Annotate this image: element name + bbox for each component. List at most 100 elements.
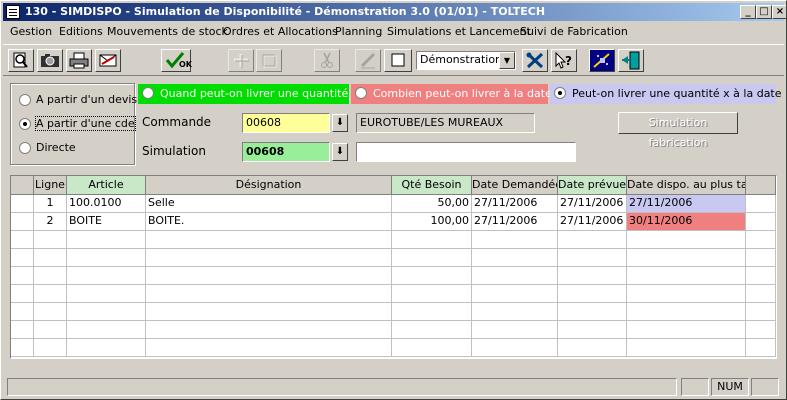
radio-quand[interactable]	[142, 87, 154, 99]
tools-button[interactable]	[522, 49, 548, 72]
blank-button[interactable]	[384, 49, 412, 72]
radio-directe[interactable]	[19, 142, 31, 154]
simulation-fabrication-button[interactable]: Simulation fabrication	[618, 112, 738, 149]
cell-date-prevue[interactable]: 27/11/2006	[558, 195, 627, 213]
question-peut-on-bar[interactable]: Peut-on livrer une quantité x à la date …	[550, 84, 786, 104]
cell-qte-besoin[interactable]: 50,00	[392, 195, 472, 213]
cell-date-demandee[interactable]	[472, 267, 558, 285]
close-button[interactable]: ×	[772, 5, 786, 19]
table-row[interactable]	[11, 231, 776, 249]
menu-editions[interactable]: Editions	[59, 25, 103, 38]
find-button[interactable]	[8, 49, 34, 72]
cell-date-prevue[interactable]	[558, 339, 627, 357]
radio-cde[interactable]	[19, 118, 31, 130]
commande-field[interactable]: 00608	[242, 113, 330, 133]
cell-date-demandee[interactable]	[472, 231, 558, 249]
cell-date-prevue[interactable]	[558, 303, 627, 321]
menu-suivi-de-fabrication[interactable]: Suivi de Fabrication	[520, 25, 628, 38]
cell-designation[interactable]: BOITE.	[146, 213, 392, 231]
row-selector[interactable]	[11, 321, 34, 339]
simulation-field[interactable]: 00608	[242, 142, 330, 162]
remove-button[interactable]	[256, 49, 282, 72]
menu-planning[interactable]: Planning	[335, 25, 382, 38]
cell-designation[interactable]	[146, 303, 392, 321]
cell-date-demandee[interactable]: 27/11/2006	[472, 213, 558, 231]
radio-combien[interactable]	[355, 87, 367, 99]
cell-article[interactable]	[67, 267, 146, 285]
ok-button[interactable]: OK	[161, 49, 192, 72]
cell-qte-besoin[interactable]	[392, 231, 472, 249]
cell-date-demandee[interactable]: 27/11/2006	[472, 195, 558, 213]
cell-qte-besoin[interactable]	[392, 285, 472, 303]
company-combo[interactable]: Démonstration 3 ▼	[416, 51, 516, 70]
add-button[interactable]	[228, 49, 254, 72]
table-row[interactable]	[11, 285, 776, 303]
row-selector[interactable]	[11, 231, 34, 249]
cell-date-demandee[interactable]	[472, 339, 558, 357]
results-grid[interactable]: Ligne Article Désignation Qté Besoin Date De…	[10, 175, 777, 359]
cell-ligne[interactable]	[34, 321, 67, 339]
app-icon[interactable]	[6, 5, 20, 19]
cell-qte-besoin[interactable]: 100,00	[392, 213, 472, 231]
cell-ligne[interactable]	[34, 303, 67, 321]
question-combien-bar[interactable]: Combien peut-on livrer à la date D ?	[351, 84, 573, 104]
row-selector[interactable]	[11, 195, 34, 213]
row-selector[interactable]	[11, 339, 34, 357]
col-header-date-demandee[interactable]: Date Demandée	[472, 176, 558, 195]
cell-qte-besoin[interactable]	[392, 303, 472, 321]
col-header-date-dispo[interactable]: Date dispo. au plus tard	[627, 176, 746, 195]
commande-dropdown[interactable]: ⬇	[332, 114, 348, 132]
cell-ligne[interactable]: 2	[34, 213, 67, 231]
menu-gestion[interactable]: Gestion	[10, 25, 52, 38]
row-selector[interactable]	[11, 267, 34, 285]
minimize-button[interactable]: _	[740, 5, 756, 19]
table-row[interactable]	[11, 339, 776, 357]
print-button[interactable]	[66, 49, 92, 72]
table-row[interactable]	[11, 249, 776, 267]
cell-article[interactable]	[67, 303, 146, 321]
table-row[interactable]	[11, 267, 776, 285]
cell-date-demandee[interactable]	[472, 321, 558, 339]
cell-date-dispo[interactable]	[627, 249, 746, 267]
cell-date-prevue[interactable]	[558, 321, 627, 339]
cell-article[interactable]	[67, 321, 146, 339]
chevron-down-icon[interactable]: ▼	[499, 52, 515, 69]
email-button[interactable]	[95, 49, 121, 72]
menu-mouvements-de-stock[interactable]: Mouvements de stock	[107, 25, 228, 38]
col-header-designation[interactable]: Désignation	[146, 176, 392, 195]
row-selector[interactable]	[11, 249, 34, 267]
cell-designation[interactable]	[146, 285, 392, 303]
help-button[interactable]: ?	[551, 49, 577, 72]
maximize-button[interactable]: □	[756, 5, 772, 19]
cell-date-prevue[interactable]	[558, 267, 627, 285]
cell-ligne[interactable]	[34, 249, 67, 267]
cell-qte-besoin[interactable]	[392, 339, 472, 357]
cell-designation[interactable]	[146, 231, 392, 249]
cell-date-dispo[interactable]	[627, 321, 746, 339]
cell-designation[interactable]: Selle	[146, 195, 392, 213]
radio-peut-on[interactable]	[554, 87, 566, 99]
cell-article[interactable]	[67, 285, 146, 303]
cell-date-dispo[interactable]	[627, 303, 746, 321]
menu-ordres-et-allocations[interactable]: Ordres et Allocations	[223, 25, 338, 38]
exit-button[interactable]	[618, 49, 644, 72]
edit-button[interactable]	[355, 49, 381, 72]
simulation-dropdown[interactable]: ⬇	[332, 143, 348, 161]
cell-date-prevue[interactable]: 27/11/2006	[558, 213, 627, 231]
cell-date-dispo[interactable]	[627, 267, 746, 285]
title-bar[interactable]: 130 - SIMDISPO - Simulation de Disponibi…	[3, 3, 786, 21]
camera-button[interactable]	[37, 49, 63, 72]
cell-date-dispo[interactable]	[627, 231, 746, 249]
cell-designation[interactable]	[146, 321, 392, 339]
cell-designation[interactable]	[146, 339, 392, 357]
cell-date-prevue[interactable]	[558, 231, 627, 249]
cell-ligne[interactable]	[34, 285, 67, 303]
cell-article[interactable]	[67, 231, 146, 249]
table-row[interactable]: 2 BOITE BOITE. 100,00 27/11/2006 27/11/2006 30…	[11, 213, 776, 231]
col-header-ligne[interactable]: Ligne	[34, 176, 67, 195]
col-header-article[interactable]: Article	[67, 176, 146, 195]
source-option-cde[interactable]: A partir d'une cde	[19, 116, 136, 132]
cell-ligne[interactable]	[34, 339, 67, 357]
cell-date-demandee[interactable]	[472, 285, 558, 303]
cell-date-dispo[interactable]	[627, 339, 746, 357]
